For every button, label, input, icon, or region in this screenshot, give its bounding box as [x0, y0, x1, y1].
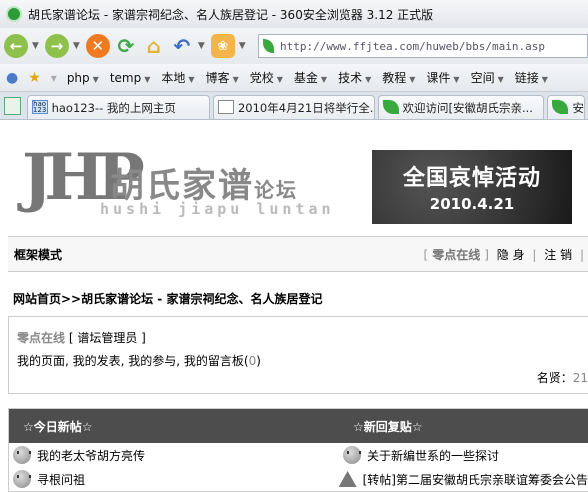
forward-arrow-icon[interactable]: → — [44, 34, 69, 58]
logout-link[interactable]: 注 销 — [544, 248, 572, 262]
favorites-star-icon[interactable]: ★ — [28, 70, 41, 86]
tab-label: hao123-- 我的上网主页 — [51, 101, 176, 115]
reply-post-link[interactable]: 关于新编世系的一些探讨 — [367, 447, 499, 464]
bookmark-blog[interactable]: 博客 ▼ — [206, 69, 239, 86]
mode-bar: 框架模式 [零点在线] 隐 身 | 注 销 | — [8, 236, 588, 272]
bookmark-links[interactable]: 链接 ▼ — [515, 69, 548, 86]
user-role: 谱坛管理员 — [77, 331, 138, 345]
new-replies-title: ☆新回复贴☆ — [353, 419, 423, 434]
user-page-links[interactable]: 我的页面, 我的发表, 我的参与, 我的留言板 — [17, 354, 244, 368]
bookmarks-dropdown-icon[interactable]: ▾ — [51, 71, 57, 85]
bookmark-php[interactable]: php ▼ — [67, 71, 99, 85]
bookmark-tutorial[interactable]: 教程 ▼ — [382, 69, 415, 86]
bookmarks-bar: ● ★ ▾ php ▼ temp ▼ 本地 ▼ 博客 ▼ 党校 ▼ 基金 ▼ 技术 ▼ 教程 ▼… — [0, 64, 588, 92]
current-user-link[interactable]: 零点在线 — [432, 248, 480, 262]
forward-dropdown-icon[interactable]: ▼ — [73, 41, 80, 51]
tab-memorial-news[interactable]: 2010年4月21日将举行全... — [212, 95, 375, 119]
event-date: 2010.4.21 — [429, 195, 515, 213]
address-bar[interactable] — [257, 34, 588, 58]
browser-logo-icon — [6, 6, 22, 22]
hao123-icon: hao 123 — [31, 100, 48, 114]
paw-dropdown-icon[interactable]: ▼ — [239, 41, 246, 51]
bookmark-courseware[interactable]: 课件 ▼ — [426, 69, 459, 86]
post-lists: ☆今日新帖☆ ☆新回复贴☆ 我的老太爷胡方亮传 关于新编世系的一些探讨 寻根问祖… — [8, 408, 588, 492]
bookmark-space[interactable]: 空间 ▼ — [471, 69, 504, 86]
reply-post-link[interactable]: [转帖]第二届安徽胡氏宗亲联谊筹委会公告 — [363, 471, 588, 488]
tab-anhui[interactable]: 安徽 — [547, 95, 586, 119]
back-arrow-icon[interactable]: ← — [4, 34, 28, 58]
title-bar: 胡氏家谱论坛 - 家谱宗祠纪念、名人族居登记 - 360安全浏览器 3.12 正… — [0, 0, 588, 28]
user-info-panel: 零点在线 [ 谱坛管理员 ] 我的页面, 我的发表, 我的参与, 我的留言板(0… — [8, 316, 588, 394]
tab-hao123[interactable]: hao 123 hao123-- 我的上网主页 — [26, 95, 210, 119]
leaf-icon — [382, 100, 399, 114]
list-item: 寻根问祖 [转帖]第二届安徽胡氏宗亲联谊筹委会公告 — [9, 467, 588, 491]
leaf-icon — [552, 100, 569, 114]
bookmark-party-school[interactable]: 党校 ▼ — [250, 69, 283, 86]
paw-icon[interactable]: ❀ — [210, 34, 235, 58]
document-icon — [217, 100, 234, 114]
smiley-icon — [13, 446, 31, 464]
reputation: 名贤：21 — [536, 371, 588, 385]
stop-icon[interactable]: ✕ — [85, 34, 110, 58]
back-dropdown-icon[interactable]: ▼ — [32, 41, 39, 51]
bookmark-fund[interactable]: 基金 ▼ — [294, 69, 327, 86]
tab-label: 安徽 — [572, 101, 584, 115]
tab-overview-icon[interactable] — [4, 97, 21, 115]
forum-banner: JHP 胡氏家谱论坛 hushi jiapu luntan 全国哀悼活动 201… — [0, 120, 588, 232]
username-link[interactable]: 零点在线 — [17, 331, 65, 345]
today-posts-title: ☆今日新帖☆ — [23, 419, 93, 434]
tab-anhui-hu-clan[interactable]: 欢迎访问[安徽胡氏宗亲... — [377, 95, 545, 119]
hide-link[interactable]: 隐 身 — [497, 248, 525, 262]
tab-label: 2010年4月21日将举行全... — [237, 101, 375, 115]
site-leaf-icon — [262, 39, 275, 53]
frame-mode-link[interactable]: 框架模式 — [14, 246, 62, 263]
post-lists-header: ☆今日新帖☆ ☆新回复贴☆ — [9, 409, 588, 443]
forum-site-pinyin: hushi jiapu luntan — [100, 200, 335, 218]
refresh-icon[interactable]: ⟳ — [114, 34, 138, 58]
smiley-icon — [13, 470, 31, 488]
window-title: 胡氏家谱论坛 - 家谱宗祠纪念、名人族居登记 - 360安全浏览器 3.12 正… — [28, 7, 434, 22]
today-post-link[interactable]: 我的老太爷胡方亮传 — [37, 447, 145, 464]
user-icon[interactable]: ● — [6, 70, 18, 86]
tab-strip: hao 123 hao123-- 我的上网主页 2010年4月21日将举行全...… — [0, 92, 588, 120]
bookmark-local[interactable]: 本地 ▼ — [161, 69, 194, 86]
user-line: 零点在线 [ 谱坛管理员 ] — [17, 331, 146, 345]
url-input[interactable] — [280, 39, 587, 53]
memorial-event-banner[interactable]: 全国哀悼活动 2010.4.21 — [372, 150, 572, 224]
undo-dropdown-icon[interactable]: ▼ — [198, 41, 205, 51]
undo-close-tab-icon[interactable]: ↶ — [170, 34, 194, 58]
event-title: 全国哀悼活动 — [402, 166, 541, 191]
today-post-link[interactable]: 寻根问祖 — [37, 471, 85, 488]
list-item: 我的老太爷胡方亮传 关于新编世系的一些探讨 — [9, 443, 588, 467]
home-icon[interactable]: ⌂ — [142, 34, 166, 58]
bookmark-temp[interactable]: temp ▼ — [110, 71, 151, 85]
bookmark-tech[interactable]: 技术 ▼ — [338, 69, 371, 86]
smiley-icon — [343, 446, 361, 464]
breadcrumb[interactable]: 网站首页>>胡氏家谱论坛 - 家谱宗祠纪念、名人族居登记 — [13, 290, 322, 307]
tab-label: 欢迎访问[安徽胡氏宗亲... — [402, 101, 533, 115]
user-actions: [零点在线] 隐 身 | 注 销 | — [423, 247, 584, 262]
warning-triangle-icon — [338, 471, 357, 487]
navigation-toolbar: ← ▼ → ▼ ✕ ⟳ ⌂ ↶ ▼ ❀ ▼ — [0, 28, 588, 64]
user-links: 我的页面, 我的发表, 我的参与, 我的留言板(0) — [17, 354, 261, 368]
